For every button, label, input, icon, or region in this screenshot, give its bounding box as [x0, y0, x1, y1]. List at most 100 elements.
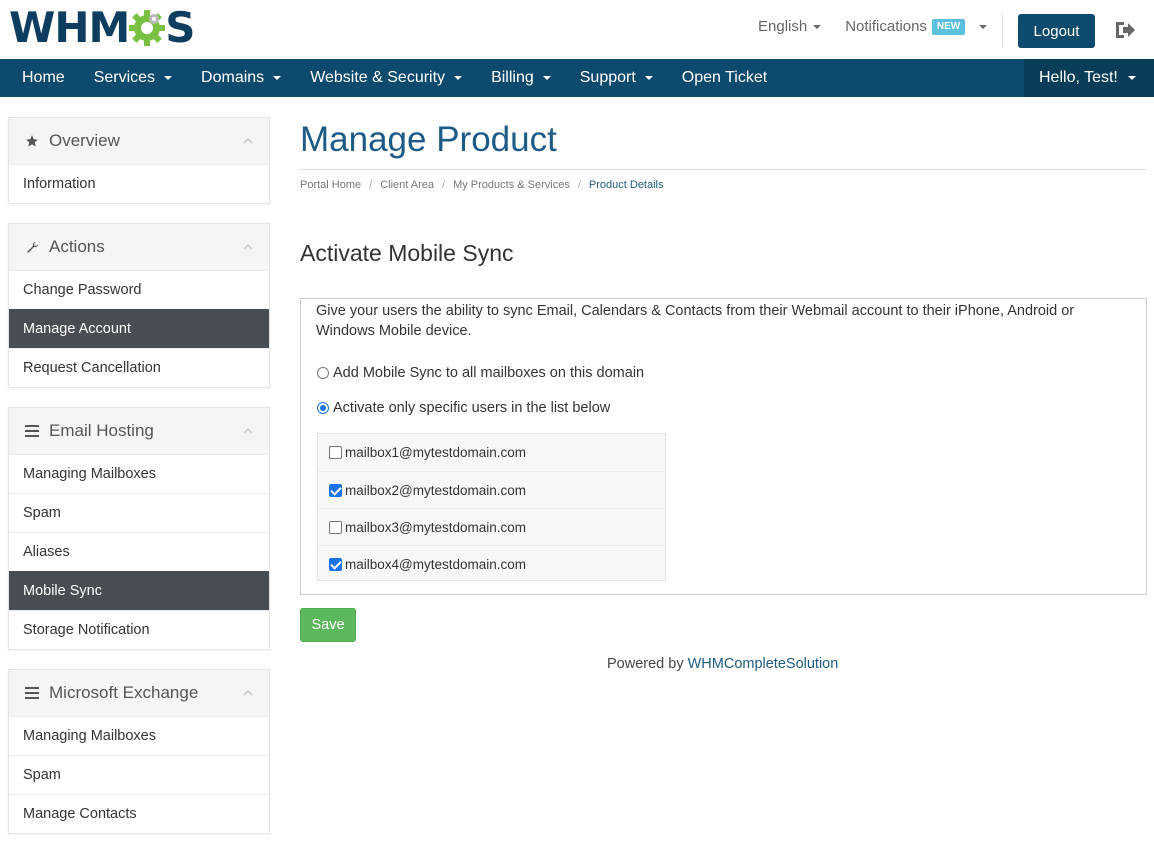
- sidebar-item-mobile-sync[interactable]: Mobile Sync: [9, 571, 269, 610]
- sidebar-item-request-cancellation[interactable]: Request Cancellation: [9, 348, 269, 387]
- main-navbar: Home Services Domains Website & Security Bil…: [0, 59, 1154, 97]
- powered-by-label: Powered by: [607, 656, 684, 672]
- nav-item-domains[interactable]: Domains: [201, 69, 282, 87]
- mailbox-email: mailbox4@mytestdomain.com: [345, 556, 527, 572]
- logo-text-left: WHM: [9, 3, 130, 52]
- logo-text-right: S: [165, 3, 195, 52]
- mailbox-email: mailbox1@mytestdomain.com: [345, 445, 527, 460]
- nav-item-website-security[interactable]: Website & Security: [310, 69, 463, 87]
- page-title: Manage Product: [300, 120, 557, 159]
- sidebar-item-aliases[interactable]: Aliases: [9, 532, 269, 571]
- whmcs-logo[interactable]: WHM S: [9, 3, 196, 52]
- star-icon: [23, 132, 41, 150]
- panel-overview: Overview Information: [8, 117, 270, 204]
- panel-header-overview[interactable]: Overview: [9, 118, 269, 164]
- mailbox-row[interactable]: mailbox1@mytestdomain.com: [318, 434, 665, 471]
- sidebar-item-exchange-spam[interactable]: Spam: [9, 755, 269, 794]
- breadcrumb-separator: /: [442, 179, 446, 191]
- notifications-dropdown[interactable]: Notifications NEW: [845, 18, 988, 35]
- sidebar-item-storage-notification[interactable]: Storage Notification: [9, 610, 269, 649]
- language-label: English: [758, 18, 808, 35]
- panel-microsoft-exchange: Microsoft Exchange Managing Mailboxes Sp…: [8, 669, 270, 834]
- panel-header-microsoft-exchange[interactable]: Microsoft Exchange: [9, 670, 269, 716]
- chevron-up-icon[interactable]: [243, 242, 253, 252]
- notifications-label: Notifications: [845, 18, 927, 35]
- panel-title: Email Hosting: [49, 421, 154, 440]
- caret-down-icon: [1127, 76, 1136, 80]
- sidebar-item-spam[interactable]: Spam: [9, 493, 269, 532]
- bars-icon: [23, 684, 41, 702]
- gear-icon: [129, 10, 166, 46]
- nav-item-label: Website & Security: [310, 69, 446, 86]
- mobile-sync-panel: Give your users the ability to sync Emai…: [300, 298, 1147, 595]
- mailbox-row[interactable]: mailbox3@mytestdomain.com: [318, 508, 665, 545]
- mailbox-checkbox[interactable]: [329, 520, 342, 534]
- top-links: English Notifications NEW: [758, 18, 988, 35]
- panel-title: Actions: [49, 237, 105, 256]
- nav-item-support[interactable]: Support: [580, 69, 653, 87]
- panel-title: Microsoft Exchange: [49, 683, 199, 702]
- nav-item-label: Support: [579, 69, 636, 86]
- mailbox-row[interactable]: mailbox4@mytestdomain.com: [318, 545, 665, 582]
- nav-item-billing[interactable]: Billing: [491, 69, 551, 87]
- section-title: Activate Mobile Sync: [300, 240, 514, 266]
- powered-by-link[interactable]: WHMCompleteSolution: [688, 656, 839, 672]
- radio-all-label: Add Mobile Sync to all mailboxes on this…: [333, 365, 645, 381]
- nav-item-label: Services: [93, 69, 156, 86]
- chevron-up-icon[interactable]: [243, 426, 253, 436]
- save-button[interactable]: Save: [300, 608, 356, 642]
- top-header: WHM S English Notifications NEW Logout: [0, 0, 1154, 59]
- sidebar-item-information[interactable]: Information: [9, 164, 269, 203]
- caret-down-icon: [454, 76, 463, 80]
- caret-down-icon: [644, 76, 653, 80]
- caret-down-icon: [979, 24, 988, 29]
- sidebar-item-exchange-managing-mailboxes[interactable]: Managing Mailboxes: [9, 716, 269, 755]
- mailbox-row[interactable]: mailbox2@mytestdomain.com: [318, 471, 665, 508]
- new-badge: NEW: [931, 18, 966, 35]
- nav-item-label: Open Ticket: [681, 69, 768, 86]
- nav-item-label: Billing: [491, 69, 534, 86]
- mailbox-checkbox[interactable]: [329, 446, 342, 459]
- sidebar-item-change-password[interactable]: Change Password: [9, 270, 269, 309]
- sidebar-item-manage-contacts[interactable]: Manage Contacts: [9, 794, 269, 833]
- breadcrumb: Portal Home / Client Area / My Products & …: [300, 179, 664, 191]
- logout-button[interactable]: Logout: [1018, 14, 1095, 48]
- sidebar-item-manage-account[interactable]: Manage Account: [9, 309, 269, 348]
- panel-title: Overview: [49, 131, 120, 150]
- nav-item-services[interactable]: Services: [93, 69, 173, 87]
- chevron-up-icon[interactable]: [243, 688, 253, 698]
- sidebar-item-managing-mailboxes[interactable]: Managing Mailboxes: [9, 454, 269, 493]
- breadcrumb-client-area[interactable]: Client Area: [380, 179, 434, 191]
- radio-all-mailboxes[interactable]: [317, 367, 329, 379]
- footer-powered-by: Powered by WHMCompleteSolution: [607, 656, 838, 672]
- breadcrumb-portal-home[interactable]: Portal Home: [300, 179, 361, 191]
- mailbox-email: mailbox2@mytestdomain.com: [345, 482, 527, 498]
- panel-header-actions[interactable]: Actions: [9, 224, 269, 270]
- radio-option-all[interactable]: Add Mobile Sync to all mailboxes on this…: [317, 365, 644, 381]
- caret-down-icon: [273, 76, 282, 80]
- radio-option-specific[interactable]: Activate only specific users in the list…: [317, 400, 610, 416]
- mailbox-checkbox[interactable]: [329, 557, 342, 571]
- nav-items: Home Services Domains Website & Security Bil…: [0, 59, 1154, 97]
- mailbox-checkbox[interactable]: [329, 483, 342, 497]
- description-text: Give your users the ability to sync Emai…: [316, 303, 1075, 339]
- breadcrumb-my-products[interactable]: My Products & Services: [453, 179, 570, 191]
- wrench-icon: [23, 238, 41, 256]
- chevron-up-icon[interactable]: [243, 136, 253, 146]
- header-divider: [1002, 14, 1003, 46]
- panel-header-email-hosting[interactable]: Email Hosting: [9, 408, 269, 454]
- user-greeting: Hello, Test!: [1039, 69, 1118, 86]
- caret-down-icon: [542, 76, 551, 80]
- nav-item-home[interactable]: Home: [22, 69, 65, 87]
- mailbox-list: mailbox1@mytestdomain.com mailbox2@mytest…: [317, 433, 666, 581]
- radio-specific-users[interactable]: [317, 402, 329, 414]
- radio-specific-label: Activate only specific users in the list…: [333, 400, 611, 416]
- sign-out-icon[interactable]: [1114, 20, 1136, 40]
- user-menu[interactable]: Hello, Test!: [1024, 59, 1154, 97]
- nav-item-label: Domains: [201, 69, 265, 86]
- nav-item-open-ticket[interactable]: Open Ticket: [682, 69, 767, 87]
- breadcrumb-separator: /: [369, 179, 373, 191]
- language-dropdown[interactable]: English: [758, 18, 822, 35]
- caret-down-icon: [813, 25, 822, 30]
- bars-icon: [23, 422, 41, 440]
